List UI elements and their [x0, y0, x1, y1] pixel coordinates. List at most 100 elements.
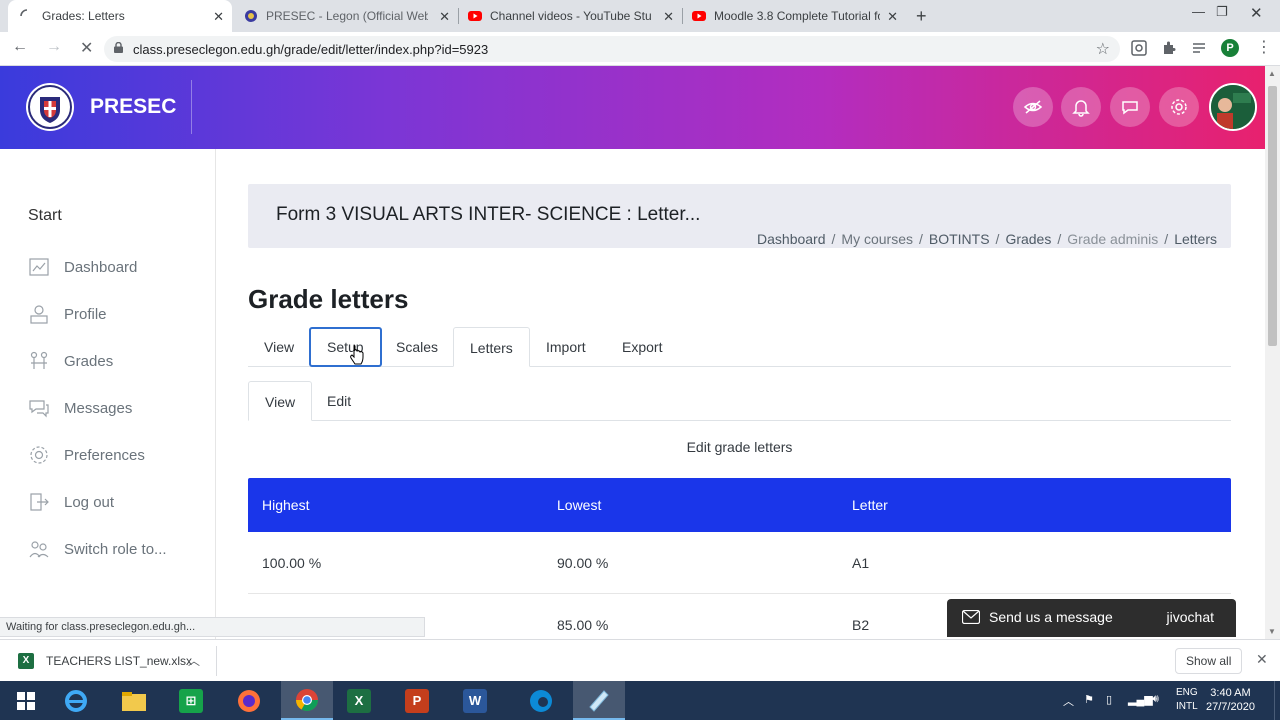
forward-icon[interactable]: →: [46, 38, 62, 56]
edit-grade-letters-link[interactable]: Edit grade letters: [248, 439, 1231, 455]
browser-tab-moodle-tutorial[interactable]: Moodle 3.8 Complete Tutorial fo ✕: [684, 0, 906, 32]
subtab-view[interactable]: View: [248, 381, 313, 421]
cell-lowest: 90.00 %: [557, 555, 609, 571]
site-header: PRESEC: [0, 66, 1265, 149]
show-hidden-icons-icon[interactable]: ︿: [1063, 693, 1074, 709]
extension-screen-icon[interactable]: [1131, 40, 1147, 56]
show-all-button[interactable]: Show all: [1175, 648, 1243, 674]
taskbar-powerpoint[interactable]: P: [391, 681, 443, 720]
restore-icon[interactable]: ❐: [1216, 4, 1228, 20]
browser-tab-youtube-studio[interactable]: Channel videos - YouTube Studio ✕: [460, 0, 682, 32]
volume-icon[interactable]: 🔊︎: [1152, 693, 1159, 706]
breadcrumb-grades[interactable]: Grades: [1005, 231, 1051, 247]
presec-logo[interactable]: [26, 83, 74, 131]
browser-menu-icon[interactable]: ⋮: [1256, 37, 1272, 57]
user-avatar[interactable]: [1209, 83, 1257, 131]
breadcrumb-letters[interactable]: Letters: [1174, 231, 1217, 247]
site-brand[interactable]: PRESEC: [90, 95, 176, 119]
close-tab-icon[interactable]: ✕: [213, 9, 224, 25]
taskbar-store[interactable]: ⊞: [165, 681, 217, 720]
page-scrollbar[interactable]: ▲ ▼: [1265, 66, 1280, 639]
sidebar-item-messages[interactable]: Messages: [28, 396, 132, 420]
tab-import[interactable]: Import: [530, 327, 602, 367]
input-language[interactable]: ENG INTL: [1176, 686, 1198, 714]
scrollbar-thumb[interactable]: [1268, 86, 1277, 346]
avatar-image: [1211, 85, 1255, 129]
clock-time: 3:40 AM: [1210, 687, 1251, 699]
taskbar-word[interactable]: W: [449, 681, 501, 720]
notifications-button[interactable]: [1061, 87, 1101, 127]
sidebar-item-grades[interactable]: Grades: [28, 349, 113, 373]
address-bar[interactable]: class.preseclegon.edu.gh/grade/edit/lett…: [104, 36, 1120, 62]
back-icon[interactable]: ←: [12, 38, 28, 56]
close-window-icon[interactable]: ✕: [1250, 4, 1263, 22]
wifi-signal-icon[interactable]: ▂▄▆: [1128, 693, 1153, 706]
tab-title: Moodle 3.8 Complete Tutorial fo: [714, 9, 880, 23]
course-title[interactable]: Form 3 VISUAL ARTS INTER- SCIENCE : Lett…: [276, 204, 700, 226]
tab-letters[interactable]: Letters: [453, 327, 530, 367]
cell-letter: A1: [852, 555, 870, 571]
close-tab-icon[interactable]: ✕: [663, 9, 674, 25]
taskbar-internet-explorer[interactable]: [50, 681, 102, 720]
close-download-bar-icon[interactable]: ✕: [1256, 651, 1268, 668]
chat-widget-button[interactable]: Send us a message jivochat: [947, 599, 1236, 637]
tab-view[interactable]: View: [248, 327, 310, 367]
taskbar-file-explorer[interactable]: [108, 681, 160, 720]
tray-flag-icon[interactable]: ⚑: [1084, 693, 1094, 706]
internet-explorer-icon: [65, 689, 87, 712]
sidebar-item-logout[interactable]: Log out: [28, 490, 114, 514]
excel-file-icon: X: [18, 653, 34, 669]
tab-setup[interactable]: Setup: [309, 327, 382, 367]
start-button[interactable]: [0, 681, 52, 720]
show-desktop-button[interactable]: [1274, 681, 1280, 720]
messages-button[interactable]: [1110, 87, 1150, 127]
download-item[interactable]: X TEACHERS LIST_new.xlsx: [18, 653, 192, 669]
stop-loading-icon[interactable]: ✕: [80, 38, 93, 58]
taskbar-firefox[interactable]: [223, 681, 275, 720]
new-tab-icon[interactable]: +: [916, 6, 927, 27]
sidebar-heading: Start: [28, 207, 62, 224]
sidebar-item-preferences[interactable]: Preferences: [28, 443, 145, 467]
sidebar-item-profile[interactable]: Profile: [28, 302, 107, 326]
sidebar-item-label: Profile: [64, 305, 107, 323]
taskbar-chrome[interactable]: [281, 681, 333, 720]
lang-layout: INTL: [1176, 701, 1198, 712]
youtube-icon: [692, 11, 706, 21]
settings-button[interactable]: [1159, 87, 1199, 127]
breadcrumb-dashboard[interactable]: Dashboard: [757, 231, 826, 247]
breadcrumb-grade-admin[interactable]: Grade adminis: [1067, 231, 1158, 247]
reading-list-icon[interactable]: [1191, 40, 1207, 56]
profile-avatar[interactable]: P: [1221, 39, 1239, 57]
switch-role-icon: [29, 541, 49, 558]
browser-tab-presec[interactable]: PRESEC - Legon (Official Website ✕: [236, 0, 458, 32]
sidebar-item-switch-role[interactable]: Switch role to...: [28, 537, 167, 561]
taskbar-edge[interactable]: [515, 681, 567, 720]
bookmark-star-icon[interactable]: ☆: [1096, 39, 1110, 59]
sidebar-item-label: Switch role to...: [64, 540, 167, 558]
scroll-down-icon[interactable]: ▼: [1268, 627, 1276, 636]
tab-export[interactable]: Export: [606, 327, 678, 367]
hide-blocks-button[interactable]: [1013, 87, 1053, 127]
tray-device-icon[interactable]: ▯: [1106, 693, 1112, 706]
gear-icon: [1171, 99, 1187, 115]
browser-tab-grades[interactable]: Grades: Letters ✕: [8, 0, 232, 32]
tab-scales[interactable]: Scales: [380, 327, 454, 367]
chevron-up-icon[interactable]: ︿: [188, 652, 200, 669]
preferences-icon: [30, 446, 48, 464]
table-header: Highest Lowest Letter: [248, 478, 1231, 532]
extensions-puzzle-icon[interactable]: [1161, 40, 1177, 56]
subtab-edit[interactable]: Edit: [311, 381, 367, 421]
browser-status-bar: Waiting for class.preseclegon.edu.gh...: [0, 617, 425, 637]
breadcrumb-course[interactable]: BOTINTS: [929, 231, 990, 247]
minimize-icon[interactable]: —: [1192, 4, 1205, 19]
windows-taskbar: ⊞ X P W ︿ ⚑ ▯ ▂▄▆ 🔊︎ ENG INTL 3:40 AM 27…: [0, 681, 1280, 720]
close-tab-icon[interactable]: ✕: [887, 9, 898, 25]
breadcrumb-my-courses[interactable]: My courses: [841, 231, 913, 247]
chat-brand: jivochat: [1166, 609, 1214, 625]
sidebar-item-dashboard[interactable]: Dashboard: [28, 255, 137, 279]
scroll-up-icon[interactable]: ▲: [1268, 69, 1276, 78]
taskbar-notes-app[interactable]: [573, 681, 625, 720]
taskbar-excel[interactable]: X: [333, 681, 385, 720]
system-clock[interactable]: 3:40 AM 27/7/2020: [1206, 686, 1255, 714]
close-tab-icon[interactable]: ✕: [439, 9, 450, 25]
